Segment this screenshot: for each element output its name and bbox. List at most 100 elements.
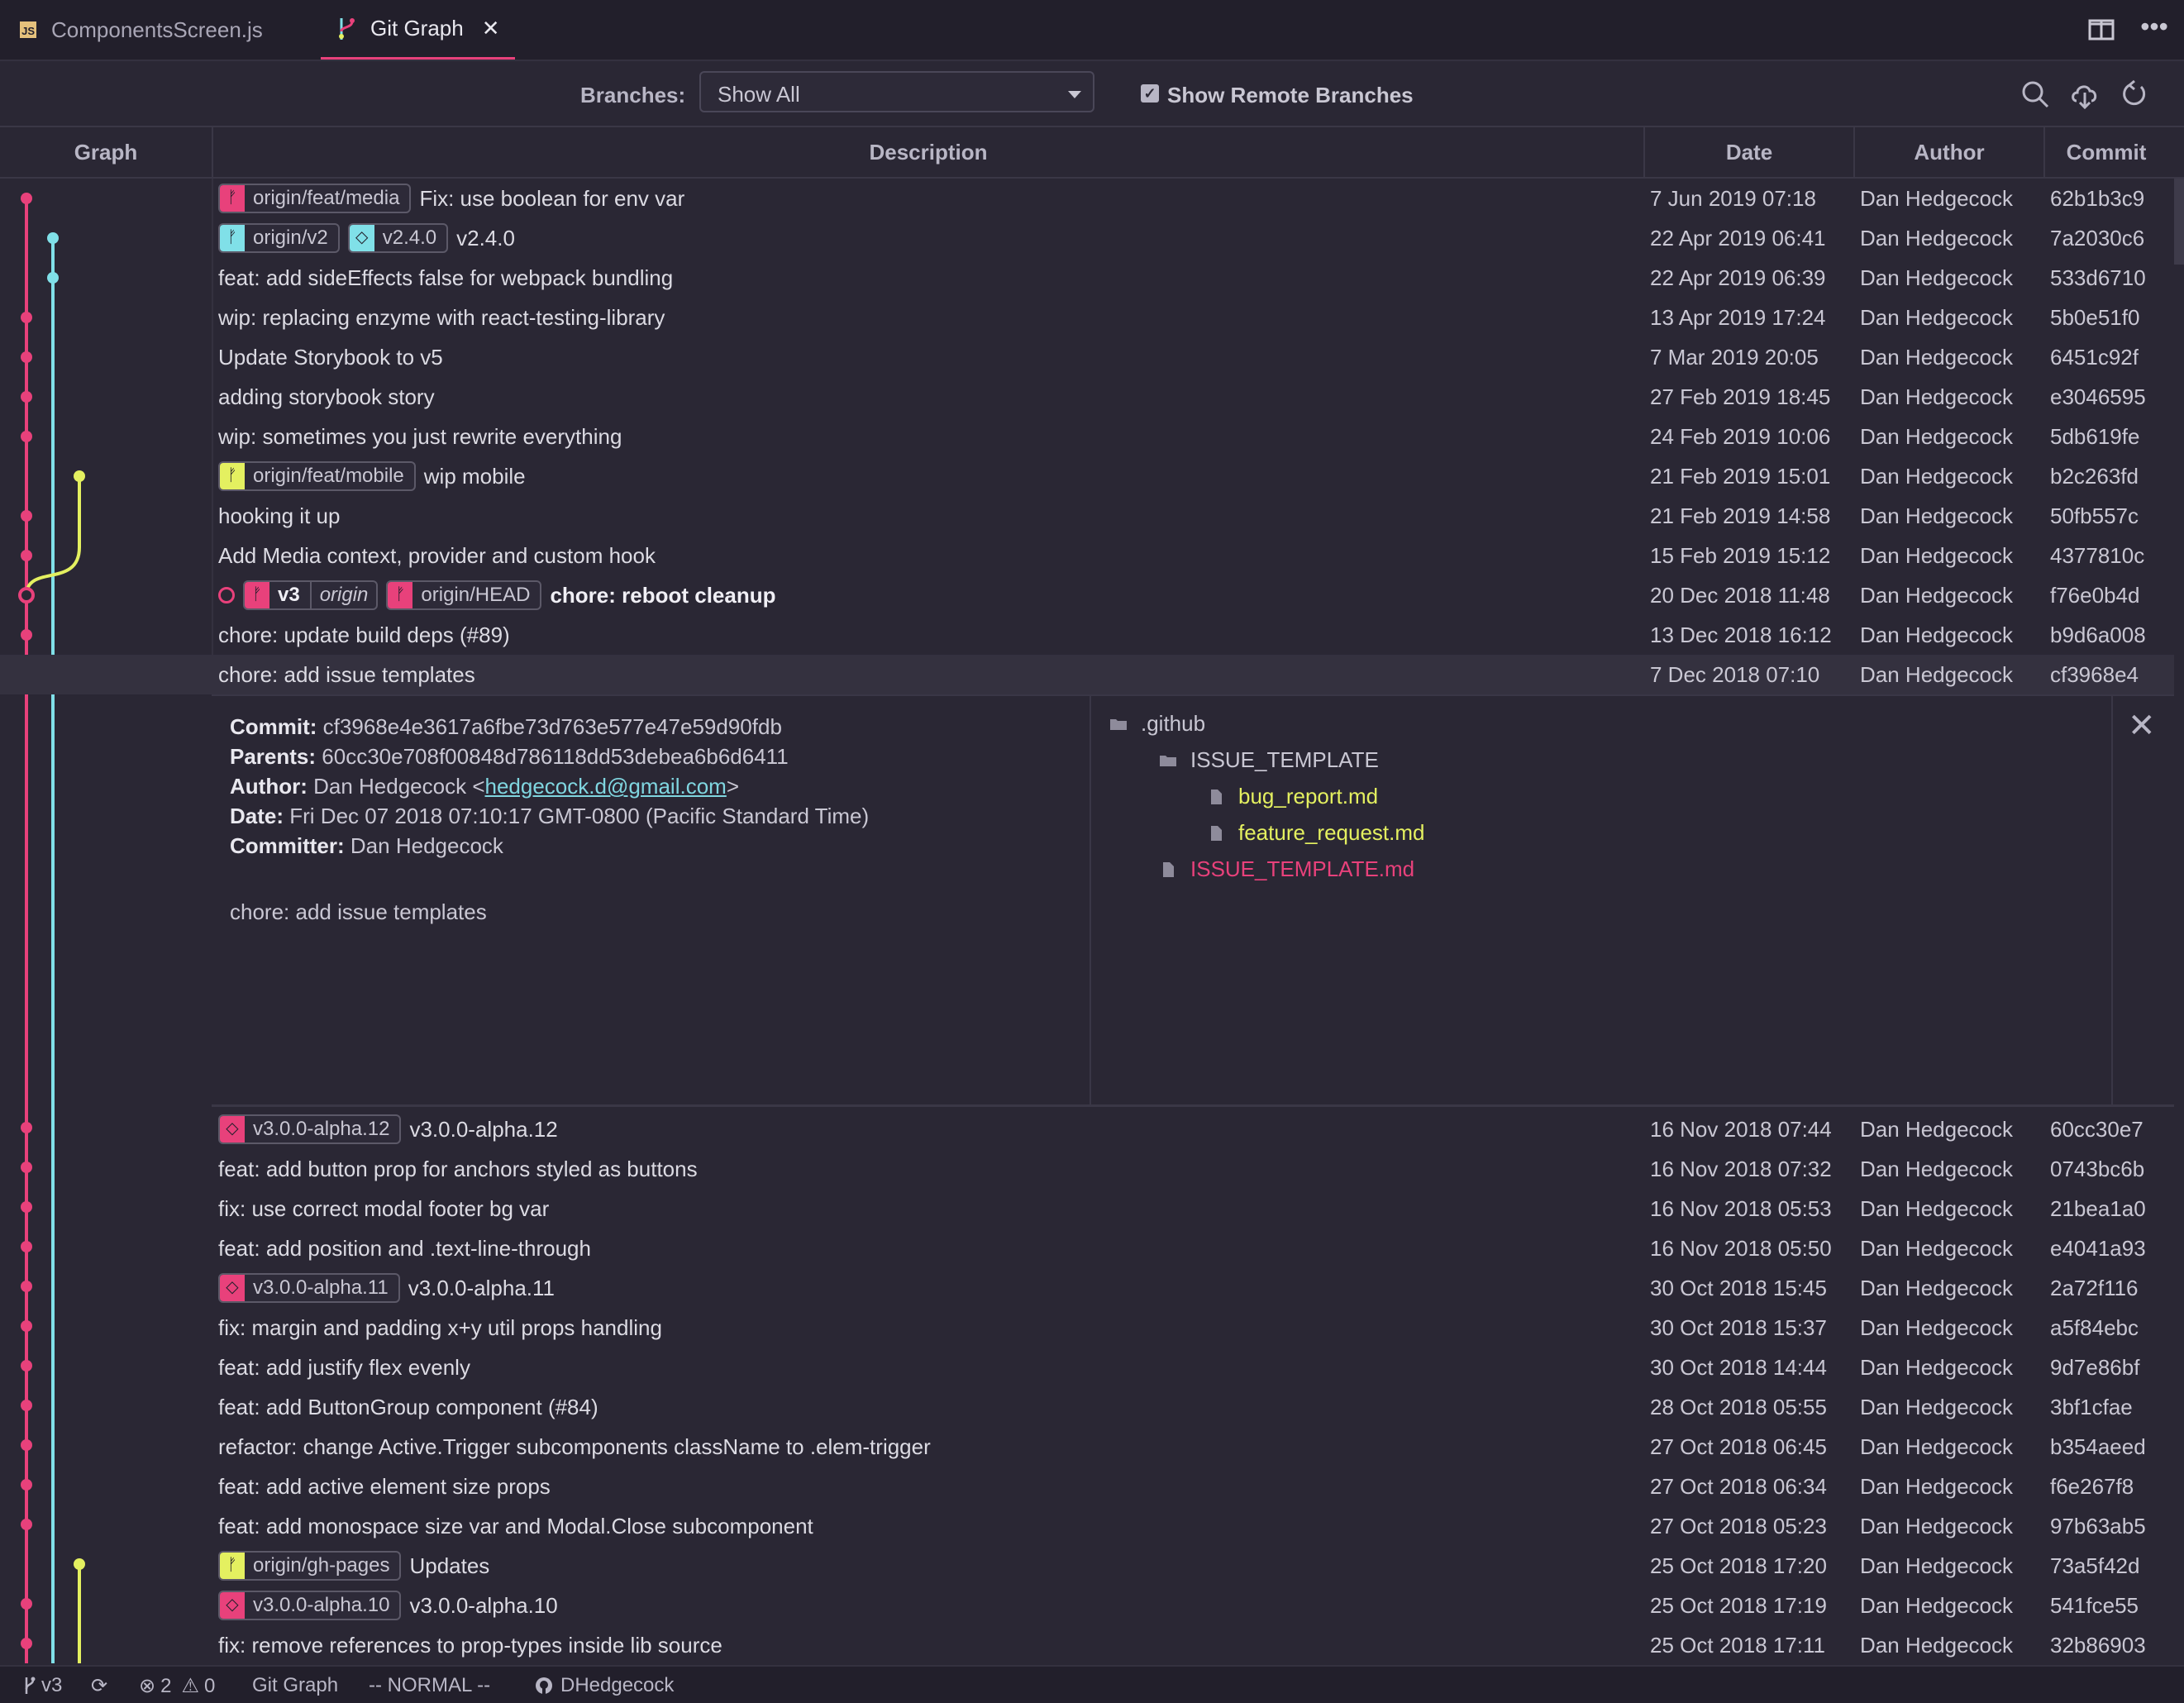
commit-row[interactable]: ᚠ origin/gh-pages Updates 25 Oct 2018 17:20… [0, 1546, 2174, 1586]
status-branch-name: v3 [41, 1674, 63, 1696]
tab-git-graph[interactable]: Git Graph ✕ [321, 0, 515, 60]
status-user[interactable]: DHedgecock [534, 1674, 674, 1697]
commit-author: Dan Hedgecock [1860, 1395, 2013, 1419]
commit-row[interactable]: feat: add ButtonGroup component (#84) 28 … [0, 1387, 2174, 1427]
commit-row[interactable]: chore: add issue templates 7 Dec 2018 07:… [0, 655, 2174, 694]
branch-badge[interactable]: ᚠ origin/feat/media [218, 184, 412, 213]
commit-row[interactable]: ᚠ v3 origin ᚠ origin/HEAD chore: reboot clean… [0, 575, 2174, 615]
commit-row[interactable]: feat: add button prop for anchors styled… [0, 1149, 2174, 1189]
status-branch[interactable]: v3 [23, 1674, 62, 1697]
commit-author: Dan Hedgecock [1860, 1117, 2013, 1142]
commit-row[interactable]: fix: margin and padding x+y util props h… [0, 1308, 2174, 1348]
close-icon[interactable]: ✕ [482, 16, 500, 41]
commit-hash: 5db619fe [2050, 424, 2140, 449]
tag-badge[interactable]: ◇ v3.0.0-alpha.10 [218, 1591, 402, 1620]
branch-badge[interactable]: ᚠ origin/v2 [218, 223, 340, 253]
commit-message: chore: reboot cleanup [550, 583, 776, 608]
fetch-cloud-icon[interactable] [2068, 78, 2101, 111]
branches-dropdown[interactable]: Show All [699, 71, 1094, 112]
close-details-icon[interactable]: ✕ [2128, 709, 2156, 742]
commit-row[interactable]: ᚠ origin/feat/mobile wip mobile 21 Feb 2019… [0, 456, 2174, 496]
commit-hash: 32b86903 [2050, 1633, 2146, 1658]
commit-row[interactable]: wip: replacing enzyme with react-testing… [0, 298, 2174, 337]
refresh-icon[interactable] [2118, 78, 2151, 111]
commit-description: feat: add monospace size var and Modal.C… [218, 1506, 813, 1546]
commit-row[interactable]: feat: add justify flex evenly 30 Oct 2018… [0, 1348, 2174, 1387]
detail-parent-hash[interactable]: 60cc30e708f00848d786118dd53debea6b6d6411 [322, 744, 788, 769]
ref-name: origin/feat/media [253, 187, 400, 209]
commit-row[interactable]: Update Storybook to v5 7 Mar 2019 20:05 Da… [0, 337, 2174, 377]
commit-date: 16 Nov 2018 05:53 [1650, 1196, 1832, 1221]
branch-badge[interactable]: ᚠ origin/feat/mobile [218, 461, 416, 491]
ref-remote-name: origin [309, 582, 377, 608]
sync-icon[interactable]: ⟳ [91, 1674, 107, 1698]
branch-badge[interactable]: ᚠ origin/HEAD [386, 580, 542, 610]
branch-icon: ᚠ [220, 225, 245, 251]
commit-row[interactable]: fix: use correct modal footer bg var 16 N… [0, 1189, 2174, 1228]
commit-row[interactable]: feat: add sideEffects false for webpack … [0, 258, 2174, 298]
branch-icon: ᚠ [388, 582, 413, 608]
commit-row[interactable]: hooking it up 21 Feb 2019 14:58 Dan Hedgec… [0, 496, 2174, 536]
show-remote-checkbox[interactable]: ✓ [1141, 84, 1159, 103]
tag-badge[interactable]: ◇ v3.0.0-alpha.11 [218, 1273, 400, 1303]
commit-date: 25 Oct 2018 17:11 [1650, 1633, 1826, 1658]
commit-message: chore: update build deps (#89) [218, 623, 510, 647]
commit-row[interactable]: feat: add position and .text-line-throug… [0, 1228, 2174, 1268]
commit-author: Dan Hedgecock [1860, 1593, 2013, 1618]
commit-row[interactable]: ◇ v3.0.0-alpha.11 v3.0.0-alpha.11 30 Oct 20… [0, 1268, 2174, 1308]
commit-row[interactable]: feat: add monospace size var and Modal.C… [0, 1506, 2174, 1546]
author-email-link[interactable]: hedgecock.d@gmail.com [485, 774, 727, 799]
commit-row[interactable]: fix: remove references to prop-types ins… [0, 1625, 2174, 1665]
file-tree-folder[interactable]: ISSUE_TEMPLATE [1159, 747, 1379, 773]
commit-hash: b9d6a008 [2050, 623, 2146, 647]
file-name: ISSUE_TEMPLATE [1190, 747, 1379, 772]
commit-date: 27 Oct 2018 05:23 [1650, 1514, 1827, 1538]
file-tree-folder[interactable]: .github [1109, 711, 1205, 737]
commit-row[interactable]: ◇ v3.0.0-alpha.10 v3.0.0-alpha.10 25 Oct 20… [0, 1586, 2174, 1625]
commit-message: feat: add button prop for anchors styled… [218, 1157, 698, 1181]
file-tree-file[interactable]: bug_report.md [1207, 784, 1378, 809]
commit-message: fix: remove references to prop-types ins… [218, 1633, 722, 1658]
commit-row[interactable]: feat: add active element size props 27 Oc… [0, 1467, 2174, 1506]
status-username: DHedgecock [560, 1674, 675, 1696]
detail-author-name: Dan Hedgecock < [313, 774, 485, 799]
tag-badge[interactable]: ◇ v2.4.0 [347, 223, 449, 253]
error-count: 2 [160, 1674, 172, 1697]
commit-author: Dan Hedgecock [1860, 424, 2013, 449]
commit-row[interactable]: refactor: change Active.Trigger subcompo… [0, 1427, 2174, 1467]
commit-description: ◇ v3.0.0-alpha.10 v3.0.0-alpha.10 [218, 1586, 558, 1625]
commit-hash: 21bea1a0 [2050, 1196, 2146, 1221]
status-problems[interactable]: ⊗ 2 ⚠ 0 [139, 1674, 215, 1698]
detail-committer: Committer: Dan Hedgecock [230, 833, 503, 859]
commit-row[interactable]: chore: update build deps (#89) 13 Dec 201… [0, 615, 2174, 655]
branches-value: Show All [718, 82, 800, 107]
commit-date: 15 Feb 2019 15:12 [1650, 543, 1831, 568]
branch-badge[interactable]: ᚠ v3 origin [243, 580, 379, 610]
commit-row[interactable]: adding storybook story 27 Feb 2019 18:45 D… [0, 377, 2174, 417]
detail-author-close: > [726, 774, 739, 799]
commit-description: ᚠ origin/feat/media Fix: use boolean for e… [218, 179, 684, 218]
status-view[interactable]: Git Graph [252, 1674, 338, 1697]
commit-author: Dan Hedgecock [1860, 1434, 2013, 1459]
tab-components-screen[interactable]: JS ComponentsScreen.js [20, 0, 263, 60]
commit-author: Dan Hedgecock [1860, 503, 2013, 528]
commit-row[interactable]: ᚠ origin/v2 ◇ v2.4.0 v2.4.0 22 Apr 2019 06:41… [0, 218, 2174, 258]
commit-author: Dan Hedgecock [1860, 1236, 2013, 1261]
tag-badge[interactable]: ◇ v3.0.0-alpha.12 [218, 1114, 402, 1144]
commit-row[interactable]: ᚠ origin/feat/media Fix: use boolean for e… [0, 179, 2174, 218]
scrollbar[interactable] [2174, 179, 2184, 265]
file-tree-file[interactable]: ISSUE_TEMPLATE.md [1159, 856, 1414, 882]
branch-badge[interactable]: ᚠ origin/gh-pages [218, 1551, 402, 1581]
commit-row[interactable]: wip: sometimes you just rewrite everythi… [0, 417, 2174, 456]
commit-row[interactable]: ◇ v3.0.0-alpha.12 v3.0.0-alpha.12 16 Nov 20… [0, 1109, 2174, 1149]
split-editor-icon[interactable] [2086, 15, 2116, 45]
file-tree-file[interactable]: feature_request.md [1207, 820, 1424, 846]
commit-date: 16 Nov 2018 07:44 [1650, 1117, 1832, 1142]
detail-commit-hash[interactable]: cf3968e4e3617a6fbe73d763e577e47e59d90fdb [323, 714, 782, 739]
commit-date: 25 Oct 2018 17:20 [1650, 1553, 1827, 1578]
commit-description: ◇ v3.0.0-alpha.12 v3.0.0-alpha.12 [218, 1109, 558, 1149]
more-actions-icon[interactable]: ••• [2139, 12, 2169, 41]
search-icon[interactable] [2019, 78, 2052, 111]
ref-name: v2.4.0 [382, 227, 437, 249]
commit-row[interactable]: Add Media context, provider and custom h… [0, 536, 2174, 575]
